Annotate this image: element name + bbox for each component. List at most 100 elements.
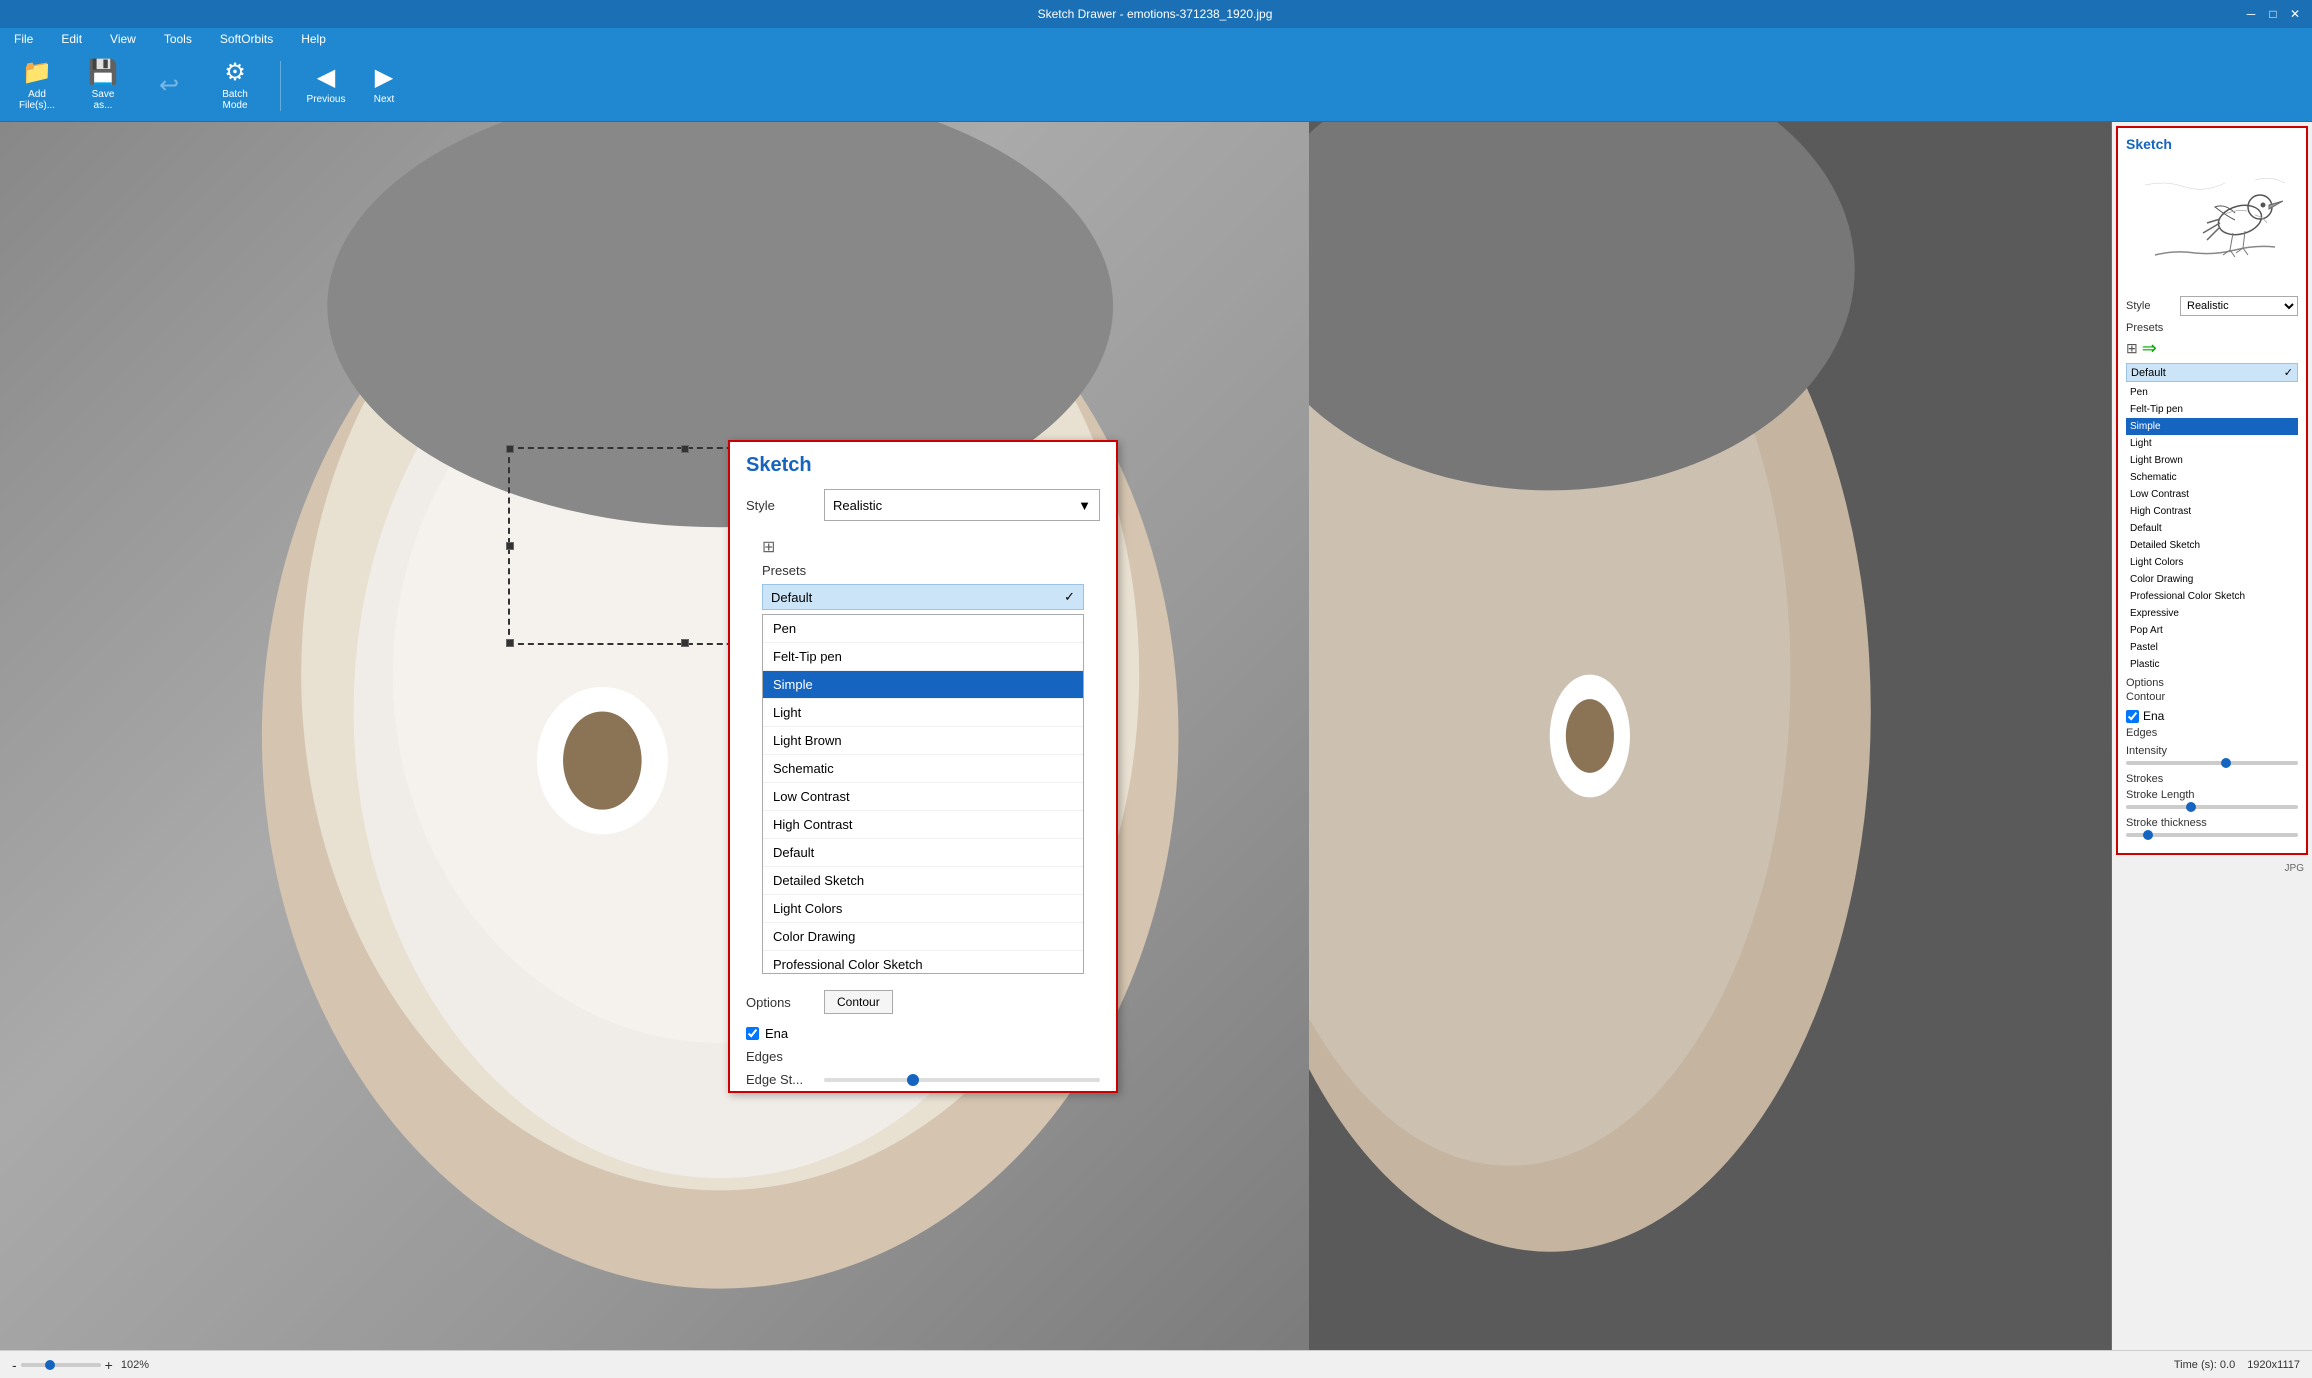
- sdl-preset-schematic[interactable]: Schematic: [763, 755, 1083, 783]
- face-right-svg: [1309, 122, 2112, 1350]
- sdl-preset-light[interactable]: Light: [763, 699, 1083, 727]
- add-files-button[interactable]: 📁 AddFile(s)...: [12, 57, 62, 115]
- next-button[interactable]: ▶ Next: [359, 62, 409, 109]
- undo-icon: ↩: [159, 74, 179, 98]
- batch-mode-label: BatchMode: [222, 89, 248, 111]
- batch-mode-button[interactable]: ⚙ BatchMode: [210, 57, 260, 115]
- zoom-slider[interactable]: [21, 1363, 101, 1367]
- edge-strength-thumb[interactable]: [907, 1074, 919, 1086]
- contour-button[interactable]: Contour: [824, 990, 893, 1014]
- mini-intensity-section: Intensity: [2126, 745, 2298, 757]
- sdl-preset-light-colors[interactable]: Light Colors: [763, 895, 1083, 923]
- sdl-preset-professional-color[interactable]: Professional Color Sketch: [763, 951, 1083, 974]
- undo-button[interactable]: ↩: [144, 70, 194, 102]
- mini-edges-label: Edges: [2126, 727, 2176, 739]
- edge-strength-label: Edge St...: [746, 1072, 816, 1087]
- close-button[interactable]: ✕: [2286, 5, 2304, 23]
- mini-preset-light-brown[interactable]: Light Brown: [2126, 452, 2298, 469]
- sketch-panel-header: Sketch Style Realistic ▼ ⊞ Presets Defau…: [730, 442, 1116, 982]
- enable-label: Ena: [765, 1026, 788, 1041]
- maximize-button[interactable]: □: [2264, 5, 2282, 23]
- format-badge: JPG: [2112, 859, 2312, 878]
- sdl-preset-detailed-sketch[interactable]: Detailed Sketch: [763, 867, 1083, 895]
- mini-preset-felt-tip[interactable]: Felt-Tip pen: [2126, 401, 2298, 418]
- zoom-control: - +: [12, 1357, 113, 1373]
- right-face-region: [1309, 122, 2112, 1350]
- mini-preset-plastic[interactable]: Plastic: [2126, 656, 2298, 673]
- mini-intensity-slider[interactable]: [2126, 761, 2298, 765]
- menu-tools[interactable]: Tools: [158, 30, 198, 48]
- mini-preset-professional[interactable]: Professional Color Sketch: [2126, 588, 2298, 605]
- mini-filter-icon[interactable]: ⊞: [2126, 340, 2138, 357]
- mini-preset-default[interactable]: Default: [2126, 520, 2298, 537]
- mini-style-dropdown[interactable]: Realistic: [2180, 296, 2298, 316]
- mini-preset-expressive[interactable]: Expressive: [2126, 605, 2298, 622]
- menu-view[interactable]: View: [104, 30, 142, 48]
- mini-preset-simple[interactable]: Simple: [2126, 418, 2298, 435]
- menu-file[interactable]: File: [8, 30, 39, 48]
- zoom-minus-button[interactable]: -: [12, 1357, 17, 1373]
- status-left: - + 102%: [12, 1357, 149, 1373]
- sdl-preset-color-drawing[interactable]: Color Drawing: [763, 923, 1083, 951]
- mini-preset-list: Pen Felt-Tip pen Simple Light Light Brow…: [2126, 384, 2298, 673]
- mini-stroke-thickness-thumb[interactable]: [2143, 830, 2153, 840]
- mini-preset-schematic[interactable]: Schematic: [2126, 469, 2298, 486]
- mini-preset-pastel[interactable]: Pastel: [2126, 639, 2298, 656]
- style-row: Style Realistic ▼: [746, 489, 1100, 521]
- sdl-preset-felt-tip[interactable]: Felt-Tip pen: [763, 643, 1083, 671]
- mini-contour-label: Contour: [2126, 691, 2176, 703]
- zoom-plus-button[interactable]: +: [105, 1357, 113, 1373]
- mini-style-row: Style Realistic: [2126, 296, 2298, 316]
- mini-stroke-thickness-slider[interactable]: [2126, 833, 2298, 837]
- menu-softorbits[interactable]: SoftOrbits: [214, 30, 279, 48]
- sdl-preset-light-brown[interactable]: Light Brown: [763, 727, 1083, 755]
- edge-strength-track: [824, 1078, 1100, 1082]
- bird-sketch-svg: [2135, 165, 2290, 285]
- preset-default-bar[interactable]: Default ✓: [762, 584, 1084, 610]
- save-as-button[interactable]: 💾 Saveas...: [78, 57, 128, 115]
- filter-icon[interactable]: ⊞: [762, 537, 775, 557]
- mini-style-label: Style: [2126, 300, 2176, 312]
- mini-preset-color-drawing[interactable]: Color Drawing: [2126, 571, 2298, 588]
- right-panel: Sketch: [2112, 122, 2312, 1350]
- status-bar: - + 102% Time (s): 0.0 1920x1117: [0, 1350, 2312, 1378]
- mini-preset-pop-art[interactable]: Pop Art: [2126, 622, 2298, 639]
- menu-edit[interactable]: Edit: [55, 30, 88, 48]
- canvas-area[interactable]: Sketch Style Realistic ▼ ⊞ Presets Defau…: [0, 122, 2112, 1350]
- edge-strength-row: Edge St...: [730, 1068, 1116, 1091]
- title-bar: Sketch Drawer - emotions-371238_1920.jpg…: [0, 0, 2312, 28]
- status-right: Time (s): 0.0 1920x1117: [2174, 1359, 2300, 1371]
- next-label: Next: [374, 94, 395, 105]
- enable-checkbox[interactable]: [746, 1027, 759, 1040]
- next-icon: ▶: [375, 66, 393, 90]
- mini-stroke-length-slider[interactable]: [2126, 805, 2298, 809]
- mini-stroke-thickness-label: Stroke thickness: [2126, 817, 2207, 829]
- mini-preset-detailed[interactable]: Detailed Sketch: [2126, 537, 2298, 554]
- sdl-preset-low-contrast[interactable]: Low Contrast: [763, 783, 1083, 811]
- mini-enable-checkbox[interactable]: [2126, 710, 2139, 723]
- mini-preset-light[interactable]: Light: [2126, 435, 2298, 452]
- mini-default-preset[interactable]: Default ✓: [2126, 363, 2298, 382]
- zoom-thumb[interactable]: [45, 1360, 55, 1370]
- mini-presets-label: Presets: [2126, 322, 2298, 334]
- previous-button[interactable]: ◀ Previous: [301, 62, 351, 109]
- sdl-preset-simple[interactable]: Simple: [763, 671, 1083, 699]
- style-dropdown[interactable]: Realistic ▼: [824, 489, 1100, 521]
- sketch-panel-title: Sketch: [746, 454, 1100, 477]
- minimize-button[interactable]: ─: [2242, 5, 2260, 23]
- mini-preset-pen[interactable]: Pen: [2126, 384, 2298, 401]
- sdl-preset-high-contrast[interactable]: High Contrast: [763, 811, 1083, 839]
- edge-strength-slider[interactable]: [824, 1078, 1100, 1082]
- mini-intensity-thumb[interactable]: [2221, 758, 2231, 768]
- mini-preset-high-contrast[interactable]: High Contrast: [2126, 503, 2298, 520]
- preset-list[interactable]: PenFelt-Tip penSimpleLightLight BrownSch…: [762, 614, 1084, 974]
- mini-default-label: Default: [2131, 367, 2166, 379]
- menu-help[interactable]: Help: [295, 30, 332, 48]
- style-dropdown-arrow: ▼: [1078, 498, 1091, 513]
- mini-enable-row: Ena: [2126, 709, 2298, 723]
- mini-preset-low-contrast[interactable]: Low Contrast: [2126, 486, 2298, 503]
- mini-stroke-length-thumb[interactable]: [2186, 802, 2196, 812]
- mini-preset-light-colors[interactable]: Light Colors: [2126, 554, 2298, 571]
- sdl-preset-pen[interactable]: Pen: [763, 615, 1083, 643]
- sdl-preset-default[interactable]: Default: [763, 839, 1083, 867]
